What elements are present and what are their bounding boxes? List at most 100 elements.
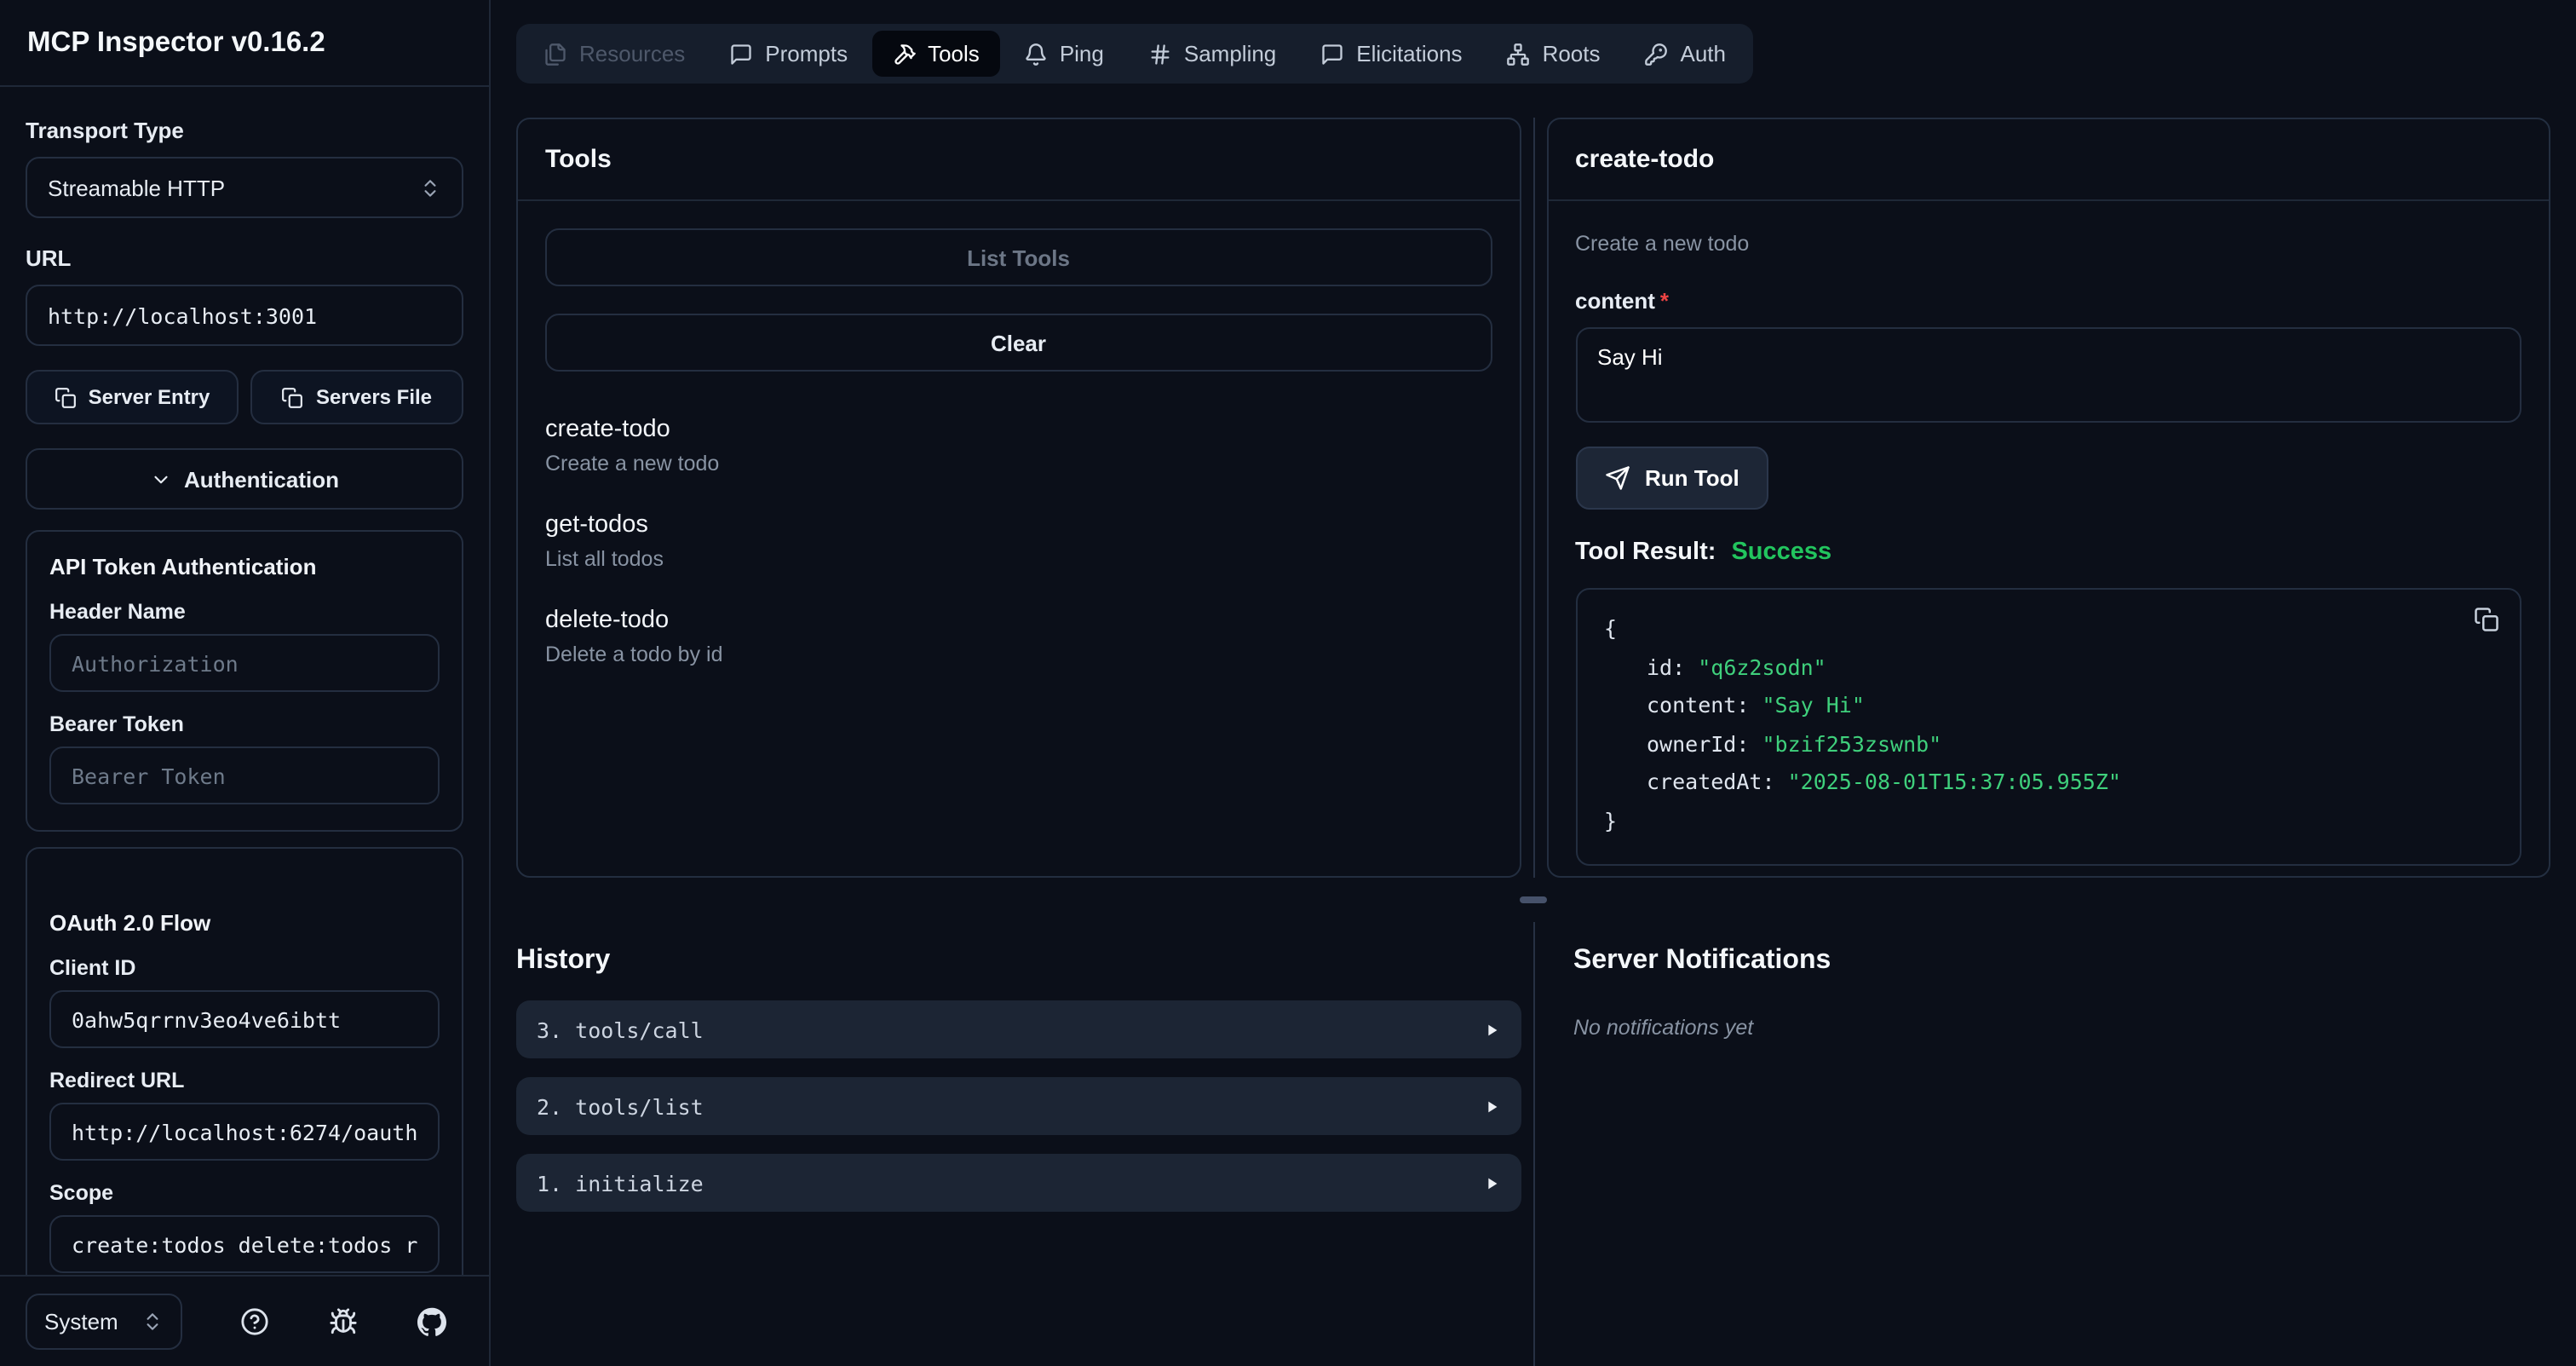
tool-detail-title: create-todo — [1548, 119, 2549, 201]
sidebar-header: MCP Inspector v0.16.2 — [0, 0, 489, 87]
tab-auth[interactable]: Auth — [1624, 31, 1747, 77]
api-token-auth-title: API Token Authentication — [49, 554, 440, 579]
content-field-label: content * — [1575, 288, 2521, 314]
tool-detail-description: Create a new todo — [1575, 232, 2521, 256]
json-line: content: "Say Hi" — [1604, 687, 2493, 725]
tab-ping[interactable]: Ping — [1003, 31, 1124, 77]
panel-resize-handle-horizontal[interactable] — [491, 878, 2576, 922]
scope-label: Scope — [49, 1181, 440, 1205]
main-area: Resources Prompts Tools Ping Sampling — [491, 0, 2576, 1366]
transport-type-value: Streamable HTTP — [48, 175, 225, 200]
sidebar-footer: System — [0, 1274, 489, 1366]
scope-input[interactable] — [49, 1215, 440, 1273]
oauth-panel: OAuth 2.0 Flow Client ID Redirect URL Sc… — [26, 847, 463, 1274]
copy-icon — [2474, 607, 2499, 632]
copy-icon — [282, 386, 304, 408]
client-id-input[interactable] — [49, 990, 440, 1048]
tool-list-item-create-todo[interactable]: create-todo Create a new todo — [545, 416, 1492, 476]
copy-icon — [55, 386, 77, 408]
history-item-initialize[interactable]: 1. initialize — [516, 1154, 1521, 1212]
tool-result-status: Success — [1731, 539, 1831, 566]
github-button[interactable] — [404, 1294, 458, 1348]
message-square-icon — [1320, 42, 1344, 66]
history-panel: History 3. tools/call 2. tools/list — [516, 922, 1521, 1366]
help-circle-icon — [239, 1306, 268, 1335]
hash-icon — [1148, 42, 1172, 66]
clear-button[interactable]: Clear — [545, 314, 1492, 372]
tab-elicitations[interactable]: Elicitations — [1300, 31, 1482, 77]
send-icon — [1604, 465, 1630, 491]
servers-file-button[interactable]: Servers File — [250, 370, 463, 424]
tab-prompts[interactable]: Prompts — [709, 31, 868, 77]
authentication-toggle[interactable]: Authentication — [26, 448, 463, 510]
top-panels: Tools List Tools Clear create-todo Creat… — [491, 118, 2576, 878]
expand-triangle-icon — [1481, 1097, 1500, 1115]
json-line: id: "q6z2sodn" — [1604, 648, 2493, 687]
tool-result-label: Tool Result: — [1575, 539, 1716, 566]
client-id-label: Client ID — [49, 956, 440, 980]
history-items: 3. tools/call 2. tools/list 1. initializ… — [516, 1000, 1521, 1212]
server-entry-button[interactable]: Server Entry — [26, 370, 239, 424]
theme-select-value: System — [44, 1308, 118, 1334]
panel-resize-handle-vertical[interactable] — [1521, 118, 1546, 878]
tab-roots[interactable]: Roots — [1486, 31, 1621, 77]
transport-type-select[interactable]: Streamable HTTP — [26, 157, 463, 218]
bottom-resize-handle-vertical[interactable] — [1521, 922, 1546, 1366]
tools-panel: Tools List Tools Clear create-todo Creat… — [516, 118, 1521, 878]
tool-list: create-todo Create a new todo get-todos … — [545, 416, 1492, 666]
message-square-icon — [729, 42, 753, 66]
tool-result-row: Tool Result: Success — [1575, 539, 2521, 566]
key-icon — [1645, 42, 1669, 66]
app-window: MCP Inspector v0.16.2 Transport Type Str… — [0, 0, 2576, 1366]
content-input[interactable]: Say Hi — [1575, 327, 2521, 423]
api-token-auth-panel: API Token Authentication Header Name Bea… — [26, 530, 463, 832]
help-button[interactable] — [227, 1294, 281, 1348]
sidebar-body: Transport Type Streamable HTTP URL Serve… — [0, 87, 489, 1274]
url-label: URL — [26, 245, 463, 271]
run-tool-button[interactable]: Run Tool — [1575, 447, 1768, 510]
notifications-empty-message: No notifications yet — [1573, 1016, 2550, 1040]
tool-result-json: { id: "q6z2sodn" content: "Say Hi" owner… — [1575, 588, 2521, 866]
copy-result-button[interactable] — [2474, 607, 2499, 632]
expand-triangle-icon — [1481, 1173, 1500, 1192]
url-input[interactable] — [26, 285, 463, 346]
expand-triangle-icon — [1481, 1020, 1500, 1039]
resize-grip-icon — [1520, 896, 1547, 903]
chevrons-up-down-icon — [419, 176, 441, 199]
redirect-url-input[interactable] — [49, 1103, 440, 1161]
notifications-title: Server Notifications — [1573, 946, 2550, 977]
transport-type-label: Transport Type — [26, 118, 463, 143]
network-icon — [1507, 42, 1531, 66]
list-tools-button[interactable]: List Tools — [545, 228, 1492, 286]
app-title: MCP Inspector v0.16.2 — [27, 27, 462, 60]
hammer-icon — [892, 42, 916, 66]
tool-detail-panel: create-todo Create a new todo content * … — [1546, 118, 2550, 878]
notifications-panel: Server Notifications No notifications ye… — [1546, 922, 2550, 1366]
theme-select[interactable]: System — [26, 1293, 182, 1349]
github-icon — [417, 1306, 446, 1335]
header-name-input[interactable] — [49, 634, 440, 692]
sidebar: MCP Inspector v0.16.2 Transport Type Str… — [0, 0, 491, 1366]
header-name-label: Header Name — [49, 600, 440, 624]
tab-tools[interactable]: Tools — [871, 31, 1000, 77]
chevrons-up-down-icon — [141, 1310, 164, 1332]
bearer-token-input[interactable] — [49, 746, 440, 804]
tabbar-row: Resources Prompts Tools Ping Sampling — [491, 0, 2576, 84]
chevron-down-icon — [150, 468, 172, 490]
tool-detail-body: Create a new todo content * Say Hi Run T… — [1548, 201, 2549, 876]
tool-list-item-get-todos[interactable]: get-todos List all todos — [545, 511, 1492, 571]
history-item-tools-call[interactable]: 3. tools/call — [516, 1000, 1521, 1058]
debug-button[interactable] — [315, 1294, 370, 1348]
tab-sampling[interactable]: Sampling — [1128, 31, 1297, 77]
json-open-brace: { — [1604, 610, 2493, 648]
history-item-tools-list[interactable]: 2. tools/list — [516, 1077, 1521, 1135]
tools-panel-body: List Tools Clear create-todo Create a ne… — [518, 201, 1519, 876]
bearer-token-label: Bearer Token — [49, 712, 440, 736]
json-line: ownerId: "bzif253zswnb" — [1604, 725, 2493, 764]
tabbar: Resources Prompts Tools Ping Sampling — [516, 24, 1753, 84]
bell-icon — [1024, 42, 1048, 66]
tools-panel-title: Tools — [518, 119, 1519, 201]
history-title: History — [516, 946, 1521, 977]
tool-list-item-delete-todo[interactable]: delete-todo Delete a todo by id — [545, 607, 1492, 666]
server-config-buttons: Server Entry Servers File — [26, 370, 463, 424]
